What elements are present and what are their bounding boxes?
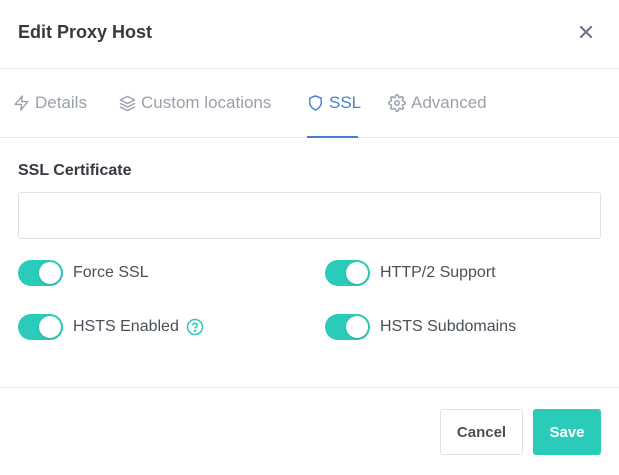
tab-custom-locations[interactable]: Custom locations [119,93,271,113]
tab-bar: Details Custom locations SSL Advanced [0,69,619,138]
force-ssl-label: Force SSL [73,264,149,281]
shield-icon [307,94,324,112]
edit-proxy-host-dialog: Edit Proxy Host Details Custom locations… [0,0,619,475]
save-button[interactable]: Save [533,409,601,455]
gear-icon [388,94,406,112]
http2-support-label: HTTP/2 Support [380,264,496,281]
tab-ssl-label: SSL [329,93,362,112]
hsts-subdomains-toggle[interactable]: HSTS Subdomains [325,313,516,341]
tab-advanced[interactable]: Advanced [388,93,487,113]
cancel-button[interactable]: Cancel [440,409,523,455]
tab-custom-locations-label: Custom locations [141,93,272,112]
http2-support-toggle[interactable]: HTTP/2 Support [325,259,496,287]
active-tab-indicator [307,136,358,138]
modal-title: Edit Proxy Host [18,22,153,42]
modal-header: Edit Proxy Host [0,0,619,69]
close-icon[interactable] [576,22,596,42]
force-ssl-toggle[interactable]: Force SSL [18,259,149,287]
tab-details[interactable]: Details [13,93,87,113]
tab-ssl[interactable]: SSL [307,93,361,113]
help-circle-icon[interactable] [186,318,204,336]
bolt-icon [13,94,30,112]
ssl-certificate-label: SSL Certificate [18,162,132,179]
modal-footer: Cancel Save [0,387,619,475]
force-ssl-switch[interactable] [18,260,63,286]
tab-advanced-label: Advanced [411,93,487,112]
hsts-enabled-toggle[interactable]: HSTS Enabled [18,313,204,341]
hsts-subdomains-switch[interactable] [325,314,370,340]
hsts-enabled-switch[interactable] [18,314,63,340]
hsts-enabled-label: HSTS Enabled [73,318,179,335]
http2-support-switch[interactable] [325,260,370,286]
ssl-certificate-select[interactable] [18,192,601,239]
layers-icon [119,95,136,112]
hsts-subdomains-label: HSTS Subdomains [380,318,517,335]
tab-details-label: Details [35,93,87,112]
